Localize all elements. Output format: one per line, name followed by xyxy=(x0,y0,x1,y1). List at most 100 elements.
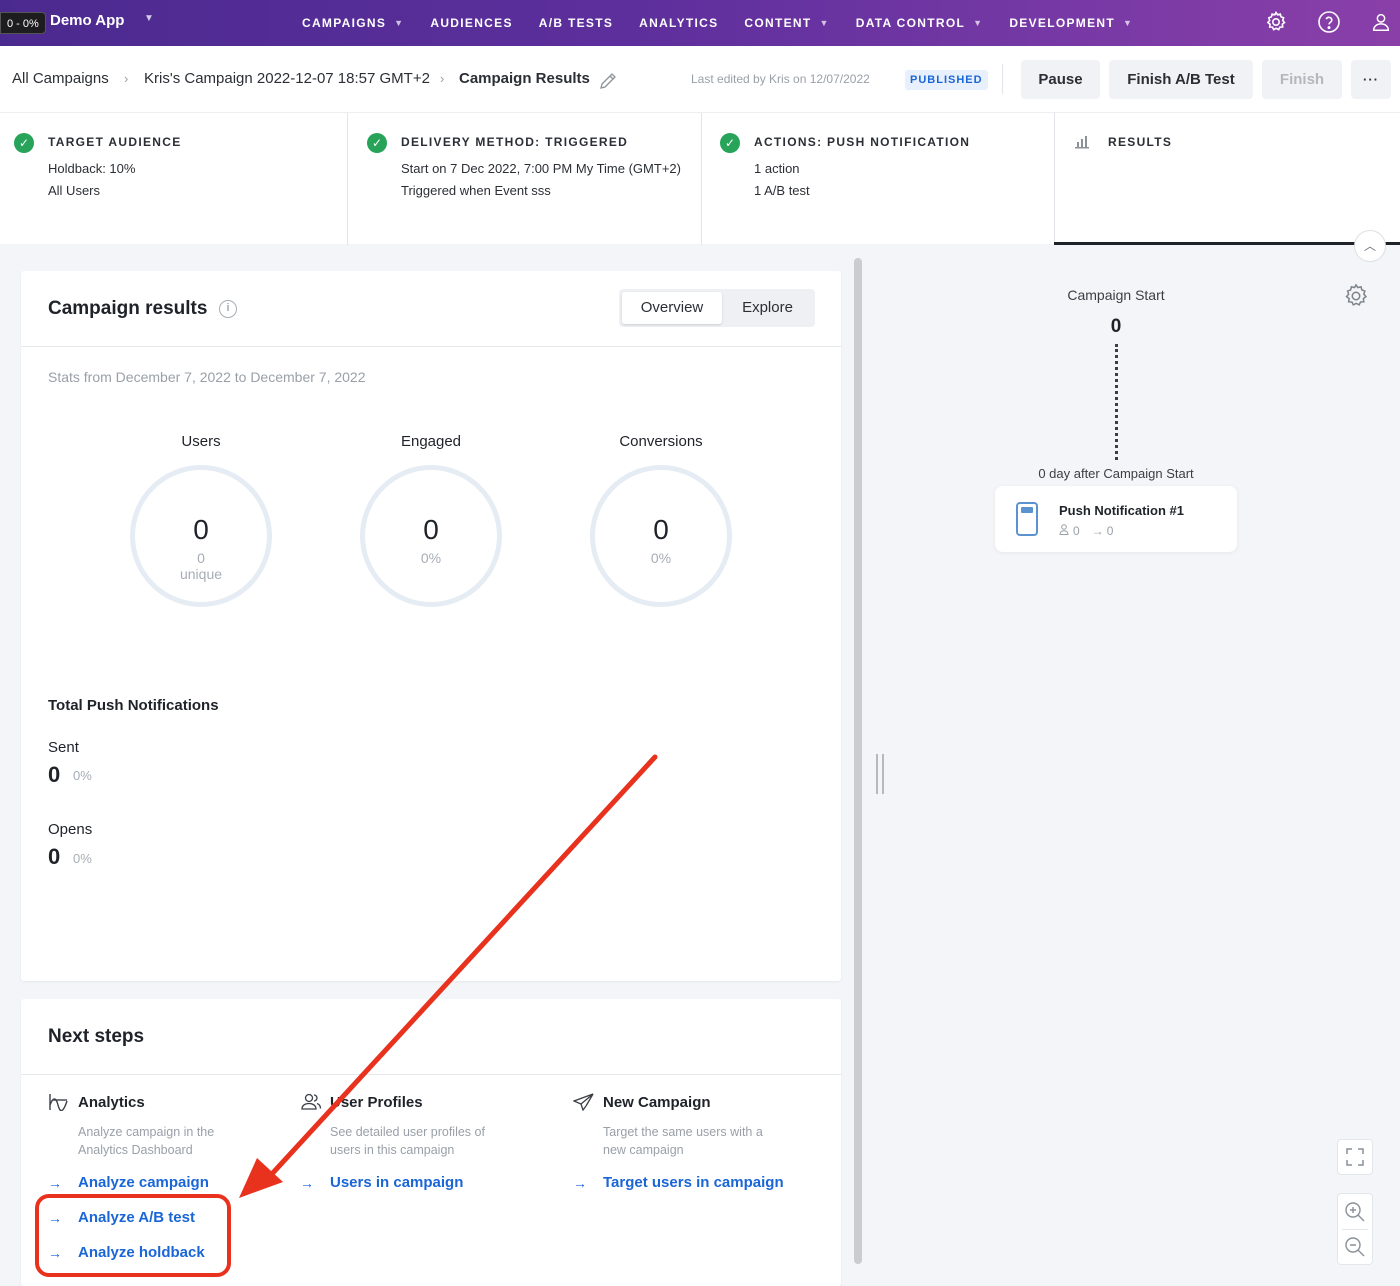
app-switcher[interactable]: Demo App xyxy=(50,12,124,29)
nav-data-control[interactable]: DATA CONTROL ▼ xyxy=(856,16,984,30)
node-sends-count: 0 xyxy=(1106,524,1114,538)
nav-content[interactable]: CONTENT ▼ xyxy=(744,16,829,30)
send-icon xyxy=(572,1093,595,1112)
fullscreen-button[interactable] xyxy=(1337,1139,1373,1175)
divider xyxy=(1002,64,1003,94)
target-users-link[interactable]: → Target users in campaign xyxy=(573,1174,784,1191)
summary-title: RESULTS xyxy=(1108,135,1173,149)
card-title: Next steps xyxy=(48,1026,145,1047)
campaign-results-card: Campaign results i Overview Explore Stat… xyxy=(21,271,841,981)
finish-button[interactable]: Finish xyxy=(1262,60,1342,99)
breadcrumb-all-campaigns[interactable]: All Campaigns xyxy=(12,70,109,87)
nav-audiences[interactable]: AUDIENCES xyxy=(430,16,512,30)
summary-results[interactable]: RESULTS xyxy=(1060,113,1400,245)
chevron-down-icon: ▼ xyxy=(394,18,405,28)
summary-line: 1 A/B test xyxy=(754,183,810,198)
nav-label: ANALYTICS xyxy=(639,16,719,30)
nav-label: DEVELOPMENT xyxy=(1009,16,1115,30)
link-label: Analyze A/B test xyxy=(78,1209,195,1226)
divider xyxy=(347,113,348,245)
node-stats: 0 → 0 xyxy=(1059,524,1113,538)
campaign-summary: ✓ TARGET AUDIENCE Holdback: 10% All User… xyxy=(0,112,1400,245)
opens-value: 0 xyxy=(48,844,61,869)
zoom-controls xyxy=(1337,1193,1373,1265)
next-step-heading: Analytics xyxy=(48,1093,145,1112)
chevron-down-icon[interactable]: ▼ xyxy=(144,13,154,24)
summary-target-audience[interactable]: ✓ TARGET AUDIENCE Holdback: 10% All User… xyxy=(0,113,347,245)
nav-development[interactable]: DEVELOPMENT ▼ xyxy=(1009,16,1133,30)
metric-label: Engaged xyxy=(400,433,462,450)
next-step-title: New Campaign xyxy=(603,1093,711,1111)
chevron-down-icon: ▼ xyxy=(973,18,984,28)
zoom-in-button[interactable] xyxy=(1338,1194,1372,1229)
sent-label: Sent xyxy=(48,739,79,756)
summary-actions[interactable]: ✓ ACTIONS: PUSH NOTIFICATION 1 action 1 … xyxy=(706,113,1054,245)
next-step-new-campaign: New Campaign Target the same users with … xyxy=(572,1093,784,1191)
arrow-right-icon: → xyxy=(48,1244,62,1261)
tab-explore[interactable]: Explore xyxy=(723,292,812,324)
last-edited-text: Last edited by Kris on 12/07/2022 xyxy=(691,72,870,86)
push-notification-node[interactable]: Push Notification #1 0 → 0 xyxy=(995,486,1237,552)
next-step-heading: User Profiles xyxy=(300,1093,423,1111)
arrow-right-icon: → xyxy=(573,1174,587,1191)
sent-percent: 0% xyxy=(73,768,92,783)
nav-label: CONTENT xyxy=(744,16,812,30)
flow-connector xyxy=(1115,344,1118,460)
node-title: Push Notification #1 xyxy=(1059,503,1184,518)
check-icon: ✓ xyxy=(14,133,34,153)
next-step-title: User Profiles xyxy=(330,1093,423,1111)
nav-label: A/B TESTS xyxy=(538,16,614,30)
arrow-right-icon: → xyxy=(300,1174,314,1191)
nav-analytics[interactable]: ANALYTICS xyxy=(639,16,718,30)
info-icon[interactable]: i xyxy=(219,300,237,318)
analyze-ab-test-link[interactable]: → Analyze A/B test xyxy=(48,1209,195,1226)
percent-badge: 0 - 0% xyxy=(0,12,46,34)
gear-icon[interactable] xyxy=(1342,282,1370,310)
expand-icon xyxy=(1346,1148,1364,1166)
summary-line: Triggered when Event sss xyxy=(401,183,551,198)
nav-campaigns[interactable]: CAMPAIGNS ▼ xyxy=(302,16,404,30)
metric-ring: 0 0% xyxy=(360,465,502,607)
summary-title: TARGET AUDIENCE xyxy=(48,135,182,149)
analyze-campaign-link[interactable]: → Analyze campaign xyxy=(48,1174,209,1191)
zoom-in-icon xyxy=(1345,1202,1365,1222)
metric-subtext: unique xyxy=(179,566,223,582)
collapse-button[interactable]: ︿ xyxy=(1354,230,1386,262)
users-in-campaign-link[interactable]: → Users in campaign xyxy=(300,1174,463,1191)
page-title: Campaign Results xyxy=(459,70,590,87)
summary-delivery-method[interactable]: ✓ DELIVERY METHOD: TRIGGERED Start on 7 … xyxy=(353,113,701,245)
phone-icon xyxy=(1016,502,1038,536)
more-options-button[interactable]: ··· xyxy=(1351,60,1391,99)
breadcrumb-campaign[interactable]: Kris's Campaign 2022-12-07 18:57 GMT+2 xyxy=(144,70,430,87)
nav-ab-tests[interactable]: A/B TESTS xyxy=(539,16,613,30)
chevron-up-icon: ︿ xyxy=(1363,239,1376,253)
tab-overview[interactable]: Overview xyxy=(622,292,722,324)
chevron-down-icon: ▼ xyxy=(1122,18,1134,28)
active-tab-indicator xyxy=(1054,242,1400,245)
arrow-right-icon: → xyxy=(48,1174,62,1191)
next-step-description: Analyze campaign in the Analytics Dashbo… xyxy=(78,1125,215,1157)
analyze-holdback-link[interactable]: → Analyze holdback xyxy=(48,1244,205,1261)
analytics-icon xyxy=(48,1093,70,1112)
delay-label: 0 day after Campaign Start xyxy=(1038,466,1194,481)
next-step-user-profiles: User Profiles See detailed user profiles… xyxy=(300,1093,485,1192)
summary-title: DELIVERY METHOD: TRIGGERED xyxy=(401,135,629,149)
panel-resize-handle[interactable] xyxy=(875,754,887,794)
scrollbar[interactable] xyxy=(854,258,862,1264)
pencil-icon[interactable] xyxy=(598,71,618,91)
gear-icon[interactable] xyxy=(1264,10,1288,34)
check-icon: ✓ xyxy=(720,133,740,153)
top-navigation: 0 - 0% Demo App ▼ CAMPAIGNS ▼ AUDIENCES A… xyxy=(0,0,1400,46)
zoom-out-button[interactable] xyxy=(1338,1230,1372,1265)
metric-label: Users xyxy=(181,433,221,450)
arrow-right-icon: → xyxy=(1091,524,1104,538)
breadcrumb-bar: All Campaigns › Kris's Campaign 2022-12-… xyxy=(0,46,1400,112)
pause-button[interactable]: Pause xyxy=(1021,60,1100,99)
user-icon[interactable] xyxy=(1370,11,1394,35)
user-icon xyxy=(1059,524,1069,538)
help-icon[interactable] xyxy=(1317,10,1341,34)
divider xyxy=(1054,113,1055,245)
zoom-out-icon xyxy=(1345,1237,1365,1257)
main-menu: CAMPAIGNS ▼ AUDIENCES A/B TESTS ANALYTICS… xyxy=(302,0,1159,46)
finish-ab-test-button[interactable]: Finish A/B Test xyxy=(1109,60,1253,99)
